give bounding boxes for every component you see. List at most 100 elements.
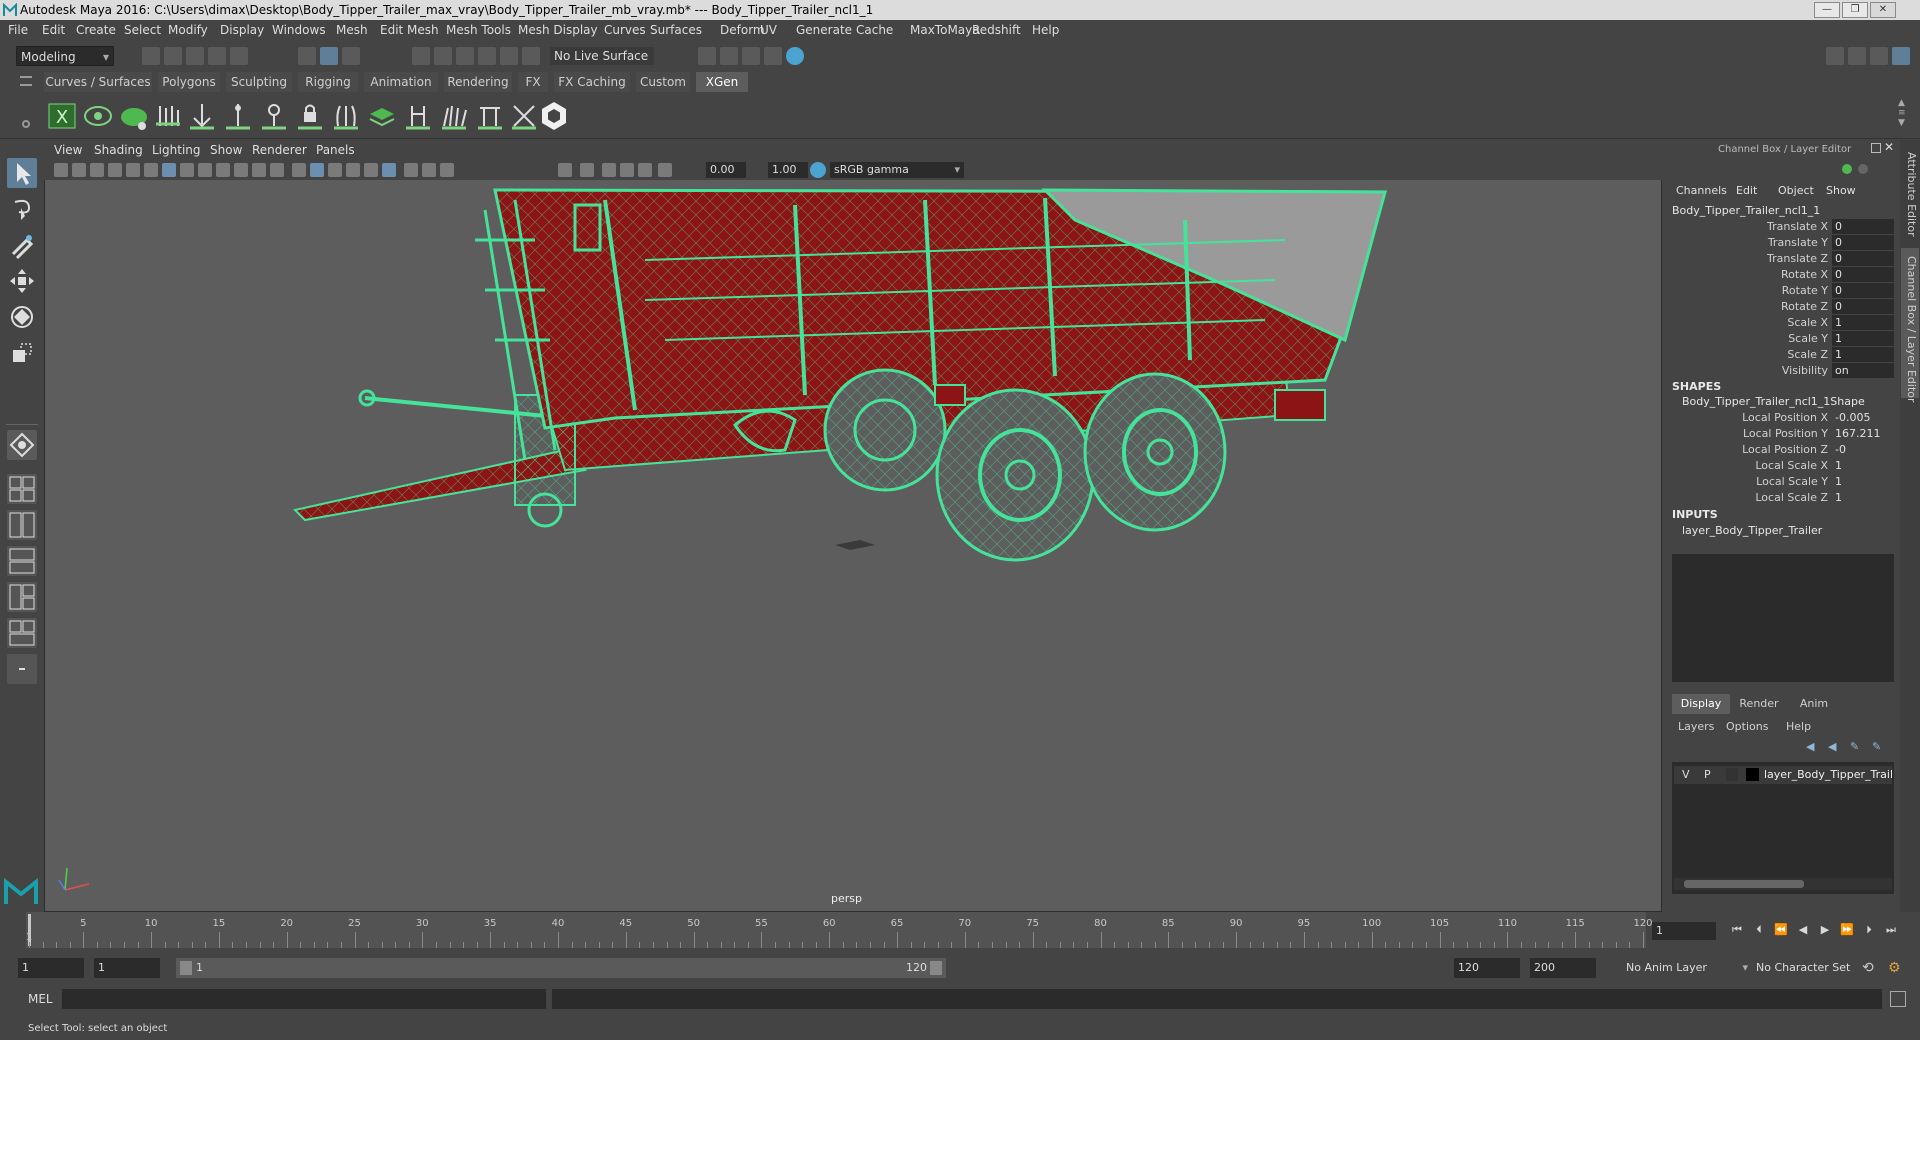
layer-row[interactable]: V P layer_Body_Tipper_Trailer	[1674, 766, 1892, 784]
shape-attr-field-local-scale-x[interactable]: 1	[1832, 458, 1894, 473]
select-object-icon[interactable]	[320, 47, 338, 65]
isolate-select-icon[interactable]	[580, 163, 594, 177]
default-material-icon[interactable]	[328, 163, 342, 177]
viewport-menu-lighting[interactable]: Lighting	[152, 143, 201, 157]
shelf-menu-icon[interactable]	[20, 76, 32, 86]
trailer-model[interactable]	[45, 180, 1661, 911]
shape-attr-field-local-position-z[interactable]: -0	[1832, 442, 1894, 457]
channel-box-menu-edit[interactable]: Edit	[1736, 184, 1757, 197]
tab-polygons[interactable]: Polygons	[158, 72, 220, 92]
menu-curves[interactable]: Curves	[604, 23, 646, 37]
xgen-rebuild-icon[interactable]	[330, 100, 362, 132]
tab-sculpting[interactable]: Sculpting	[226, 72, 292, 92]
color-management-icon[interactable]	[810, 162, 826, 178]
channel-box-toggle-icon[interactable]	[1892, 47, 1910, 65]
current-frame-field[interactable]: 1	[1652, 922, 1716, 940]
snap-point-icon[interactable]	[456, 47, 474, 65]
lasso-tool-icon[interactable]	[7, 194, 37, 224]
layout-graph-icon[interactable]	[7, 582, 37, 612]
snap-grid-icon[interactable]	[412, 47, 430, 65]
menu-display[interactable]: Display	[220, 23, 264, 37]
viewport-menu-view[interactable]: View	[54, 143, 82, 157]
playback-end-field[interactable]: 120	[1454, 958, 1520, 978]
safe-action-icon[interactable]	[252, 163, 266, 177]
shape-attr-field-local-position-y[interactable]: 167.211	[1832, 426, 1894, 441]
motion-blur-icon[interactable]	[422, 163, 436, 177]
animation-prefs-icon[interactable]: ⚙	[1888, 960, 1901, 976]
attribute-editor-icon[interactable]	[1848, 47, 1866, 65]
new-layer-icon[interactable]: ✎	[1850, 740, 1859, 753]
depth-of-field-icon[interactable]	[558, 163, 572, 177]
camera-lock-icon[interactable]	[72, 163, 86, 177]
menu-maxtomaya[interactable]: MaxToMaya	[910, 23, 980, 37]
undo-icon[interactable]	[208, 47, 226, 65]
menu-mesh-display[interactable]: Mesh Display	[518, 23, 598, 37]
range-end-handle[interactable]	[930, 961, 942, 975]
layer-color-swatch[interactable]	[1746, 768, 1759, 781]
command-language-label[interactable]: MEL	[28, 992, 53, 1006]
anti-aliasing-icon[interactable]	[440, 163, 454, 177]
hypershade-icon[interactable]	[764, 47, 782, 65]
layout-two-panes-icon[interactable]	[7, 510, 37, 540]
bookmark-icon[interactable]	[90, 163, 104, 177]
scale-tool-icon[interactable]	[7, 338, 37, 368]
field-chart-icon[interactable]	[234, 163, 248, 177]
xgen-guides-icon[interactable]	[152, 100, 184, 132]
xgen-sculpt-guide-icon[interactable]	[222, 100, 254, 132]
play-forward-icon[interactable]: ▶	[1818, 924, 1832, 936]
xgen-layer-icon[interactable]	[366, 100, 398, 132]
key-mode-icon[interactable]: ⟲	[1862, 960, 1874, 976]
select-hierarchy-icon[interactable]	[298, 47, 316, 65]
float-panel-icon[interactable]	[1871, 143, 1881, 153]
xgen-collection-icon[interactable]	[118, 100, 150, 132]
scene-end-field[interactable]: 200	[1530, 958, 1596, 978]
move-layer-up-icon[interactable]: ◀	[1806, 740, 1814, 753]
minimize-button[interactable]: —	[1814, 2, 1840, 18]
attr-field-scale-x[interactable]: 1	[1832, 315, 1894, 330]
layout-persp-outliner-icon[interactable]	[7, 618, 37, 648]
scene-start-field[interactable]: 1	[18, 958, 84, 978]
menu-edit[interactable]: Edit	[42, 23, 65, 37]
rotate-tool-icon[interactable]	[7, 302, 37, 332]
attr-field-scale-z[interactable]: 1	[1832, 347, 1894, 362]
step-forward-icon[interactable]: ⏵	[1862, 924, 1876, 936]
open-scene-icon[interactable]	[164, 47, 182, 65]
exposure-field[interactable]: 0.00	[706, 162, 746, 178]
shape-attr-field-local-scale-z[interactable]: 1	[1832, 490, 1894, 505]
character-set-dropdown[interactable]: No Character Set	[1752, 958, 1866, 978]
snap-view-icon[interactable]	[478, 47, 496, 65]
menu-modify[interactable]: Modify	[168, 23, 208, 37]
viewport-menu-show[interactable]: Show	[210, 143, 242, 157]
xgen-add-guide-icon[interactable]	[186, 100, 218, 132]
menu-file[interactable]: File	[8, 23, 28, 37]
script-editor-icon[interactable]	[1890, 991, 1906, 1007]
layer-tab-render[interactable]: Render	[1732, 694, 1786, 714]
close-panel-icon[interactable]: ✕	[1884, 140, 1894, 154]
ipr-render-icon[interactable]	[720, 47, 738, 65]
xgen-length-icon[interactable]	[258, 100, 290, 132]
close-window-button[interactable]: ✕	[1870, 2, 1896, 18]
channel-box-tab[interactable]: Channel Box / Layer Editor	[1905, 256, 1918, 403]
snap-vertex-icon[interactable]	[522, 47, 540, 65]
attr-field-visibility[interactable]: on	[1832, 363, 1894, 378]
image-plane-icon[interactable]	[108, 163, 122, 177]
menu-help[interactable]: Help	[1032, 23, 1059, 37]
render-view-icon[interactable]	[786, 47, 804, 65]
render-frame-icon[interactable]	[698, 47, 716, 65]
snap-curve-icon[interactable]	[434, 47, 452, 65]
xgen-cut-icon[interactable]	[474, 100, 506, 132]
collapse-toolbox-icon[interactable]	[7, 654, 37, 684]
layer-menu-layers[interactable]: Layers	[1678, 720, 1714, 733]
snap-surface-icon[interactable]	[500, 47, 518, 65]
layer-tab-display[interactable]: Display	[1672, 694, 1730, 714]
paint-select-icon[interactable]	[7, 230, 37, 260]
xgen-window-icon[interactable]: X	[46, 100, 78, 132]
tab-animation[interactable]: Animation	[364, 72, 438, 92]
menu-mesh-tools[interactable]: Mesh Tools	[446, 23, 511, 37]
ambient-occlusion-icon[interactable]	[404, 163, 418, 177]
safe-title-icon[interactable]	[270, 163, 284, 177]
step-back-key-icon[interactable]: ⏪	[1774, 924, 1788, 936]
shadows-icon[interactable]	[382, 163, 396, 177]
go-to-start-icon[interactable]: ⏮	[1730, 924, 1744, 936]
viewport-menu-panels[interactable]: Panels	[316, 143, 355, 157]
